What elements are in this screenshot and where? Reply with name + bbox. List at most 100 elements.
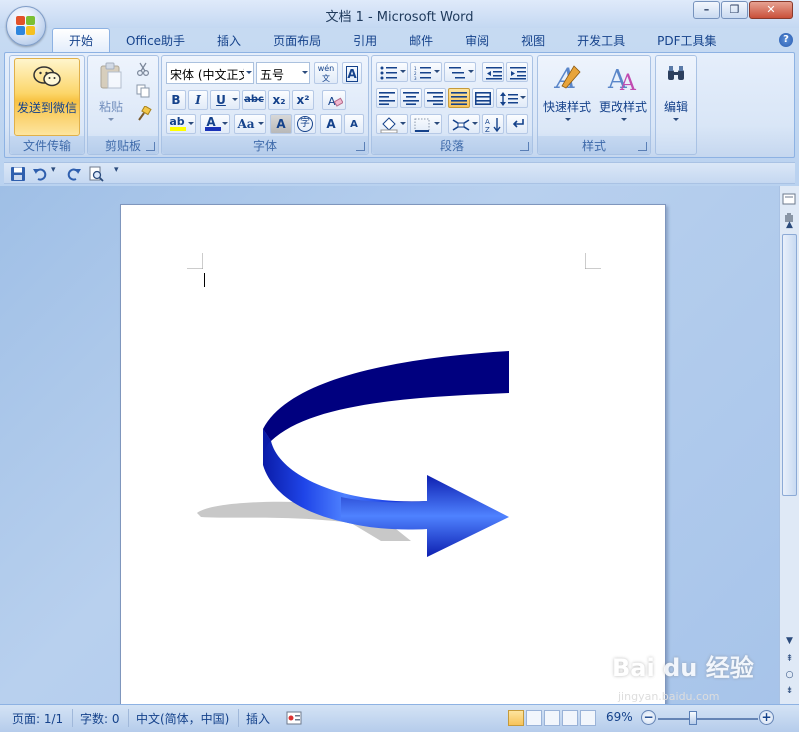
- word-count[interactable]: 字数: 0: [80, 710, 120, 727]
- align-right-button[interactable]: [424, 88, 446, 108]
- numbering-button[interactable]: 123: [410, 62, 442, 82]
- strikethrough-button[interactable]: abc: [242, 90, 266, 110]
- borders-button[interactable]: [410, 114, 442, 134]
- change-case-button[interactable]: Aa: [234, 114, 266, 134]
- send-to-wechat-button[interactable]: 发送到微信: [14, 58, 80, 136]
- print-layout-view-button[interactable]: [508, 710, 524, 726]
- redo-icon[interactable]: [66, 166, 82, 182]
- phonetic-guide-button[interactable]: wén 文: [314, 62, 338, 84]
- shrink-font-button[interactable]: A: [344, 114, 364, 134]
- zoom-in-button[interactable]: +: [759, 710, 774, 725]
- format-painter-icon[interactable]: [136, 106, 152, 122]
- enclose-chars-button[interactable]: 字: [294, 114, 316, 134]
- font-launcher-icon[interactable]: [356, 142, 365, 151]
- paste-button[interactable]: 粘贴: [92, 58, 130, 134]
- page-count[interactable]: 页面: 1/1: [12, 710, 63, 727]
- print-preview-icon[interactable]: [88, 166, 104, 182]
- divider: [128, 709, 129, 727]
- align-left-button[interactable]: [376, 88, 398, 108]
- multilevel-list-button[interactable]: [444, 62, 476, 82]
- office-button[interactable]: [6, 6, 46, 46]
- undo-dropdown-icon[interactable]: ▾: [51, 165, 56, 175]
- ribbon: 发送到微信 文件传输 粘贴 剪贴板 宋体 (中文正 五号 wén 文 A B I…: [4, 52, 795, 158]
- font-color-button[interactable]: A: [200, 114, 230, 134]
- language-status[interactable]: 中文(简体，中国): [136, 710, 229, 727]
- italic-button[interactable]: I: [188, 90, 208, 110]
- line-spacing-button[interactable]: [496, 88, 528, 108]
- align-center-button[interactable]: [400, 88, 422, 108]
- draft-view-button[interactable]: [580, 710, 596, 726]
- underline-button[interactable]: U: [210, 90, 240, 110]
- macro-record-icon[interactable]: [286, 711, 302, 725]
- increase-indent-icon: [510, 67, 526, 80]
- change-styles-button[interactable]: A A 更改样式: [596, 58, 650, 134]
- grow-font-button[interactable]: A: [320, 114, 342, 134]
- previous-page-button[interactable]: ⇞: [782, 652, 797, 667]
- paragraph-launcher-icon[interactable]: [520, 142, 529, 151]
- distributed-button[interactable]: [472, 88, 494, 108]
- zoom-slider-thumb[interactable]: [689, 711, 697, 725]
- minimize-button[interactable]: –: [693, 1, 720, 19]
- zoom-slider-track[interactable]: [658, 718, 758, 720]
- zoom-level[interactable]: 69%: [606, 710, 633, 724]
- asian-layout-button[interactable]: [448, 114, 480, 134]
- scroll-thumb[interactable]: [782, 234, 797, 496]
- scroll-up-button[interactable]: ▲: [782, 218, 797, 233]
- bold-button[interactable]: B: [166, 90, 186, 110]
- save-icon[interactable]: [10, 166, 26, 182]
- paragraph-mark-icon: [512, 119, 524, 128]
- web-layout-button[interactable]: [544, 710, 560, 726]
- zoom-out-button[interactable]: −: [641, 710, 656, 725]
- tab-pdf-tools[interactable]: PDF工具集: [641, 28, 732, 52]
- help-icon[interactable]: ?: [779, 33, 793, 47]
- customize-qat-icon[interactable]: ▾: [114, 165, 119, 175]
- bullets-button[interactable]: [376, 62, 408, 82]
- char-border-button[interactable]: A: [342, 62, 362, 84]
- restore-button[interactable]: ❐: [721, 1, 748, 19]
- tab-developer[interactable]: 开发工具: [561, 28, 641, 52]
- vertical-scrollbar[interactable]: ▲ ▼ ⇞ ○ ⇟: [779, 186, 799, 704]
- tab-mailings[interactable]: 邮件: [393, 28, 449, 52]
- insert-mode[interactable]: 插入: [246, 710, 270, 727]
- next-page-button[interactable]: ⇟: [782, 684, 797, 699]
- font-size-combo[interactable]: 五号: [256, 62, 310, 84]
- justify-button[interactable]: [448, 88, 470, 108]
- sort-button[interactable]: AZ: [482, 114, 504, 134]
- styles-launcher-icon[interactable]: [638, 142, 647, 151]
- tab-home[interactable]: 开始: [52, 28, 111, 52]
- editing-button[interactable]: 编辑: [658, 58, 694, 134]
- close-button[interactable]: ✕: [749, 1, 793, 19]
- tab-view[interactable]: 视图: [505, 28, 561, 52]
- select-browse-object-button[interactable]: ○: [782, 668, 797, 683]
- quick-styles-button[interactable]: A 快速样式: [540, 58, 594, 134]
- clear-formatting-button[interactable]: A: [322, 90, 346, 110]
- superscript-button[interactable]: x²: [292, 90, 314, 110]
- shading-button[interactable]: [376, 114, 408, 134]
- curved-arrow-shape[interactable]: [191, 345, 521, 565]
- decrease-indent-button[interactable]: [482, 62, 504, 82]
- tab-office-assistant[interactable]: Office助手: [110, 28, 201, 52]
- subscript-button[interactable]: x₂: [268, 90, 290, 110]
- group-file-transfer: 发送到微信 文件传输: [9, 55, 85, 155]
- full-screen-reading-button[interactable]: [526, 710, 542, 726]
- highlight-button[interactable]: ab: [166, 114, 196, 134]
- outline-view-button[interactable]: [562, 710, 578, 726]
- tab-insert[interactable]: 插入: [201, 28, 257, 52]
- ruler-toggle-icon[interactable]: [782, 192, 797, 206]
- copy-icon[interactable]: [136, 84, 150, 98]
- show-marks-button[interactable]: [506, 114, 528, 134]
- tab-review[interactable]: 审阅: [449, 28, 505, 52]
- tab-page-layout[interactable]: 页面布局: [257, 28, 337, 52]
- increase-indent-button[interactable]: [506, 62, 528, 82]
- divider: [72, 709, 73, 727]
- cut-icon[interactable]: [136, 62, 150, 76]
- font-name-combo[interactable]: 宋体 (中文正文): [166, 62, 254, 84]
- clipboard-launcher-icon[interactable]: [146, 142, 155, 151]
- margin-corner-top-right: [585, 253, 601, 269]
- scroll-down-button[interactable]: ▼: [782, 634, 797, 649]
- undo-icon[interactable]: [32, 166, 48, 182]
- document-page[interactable]: [120, 204, 666, 704]
- tab-references[interactable]: 引用: [337, 28, 393, 52]
- char-shading-button[interactable]: A: [270, 114, 292, 134]
- group-paragraph: 123 A Z 段落: [371, 55, 533, 155]
